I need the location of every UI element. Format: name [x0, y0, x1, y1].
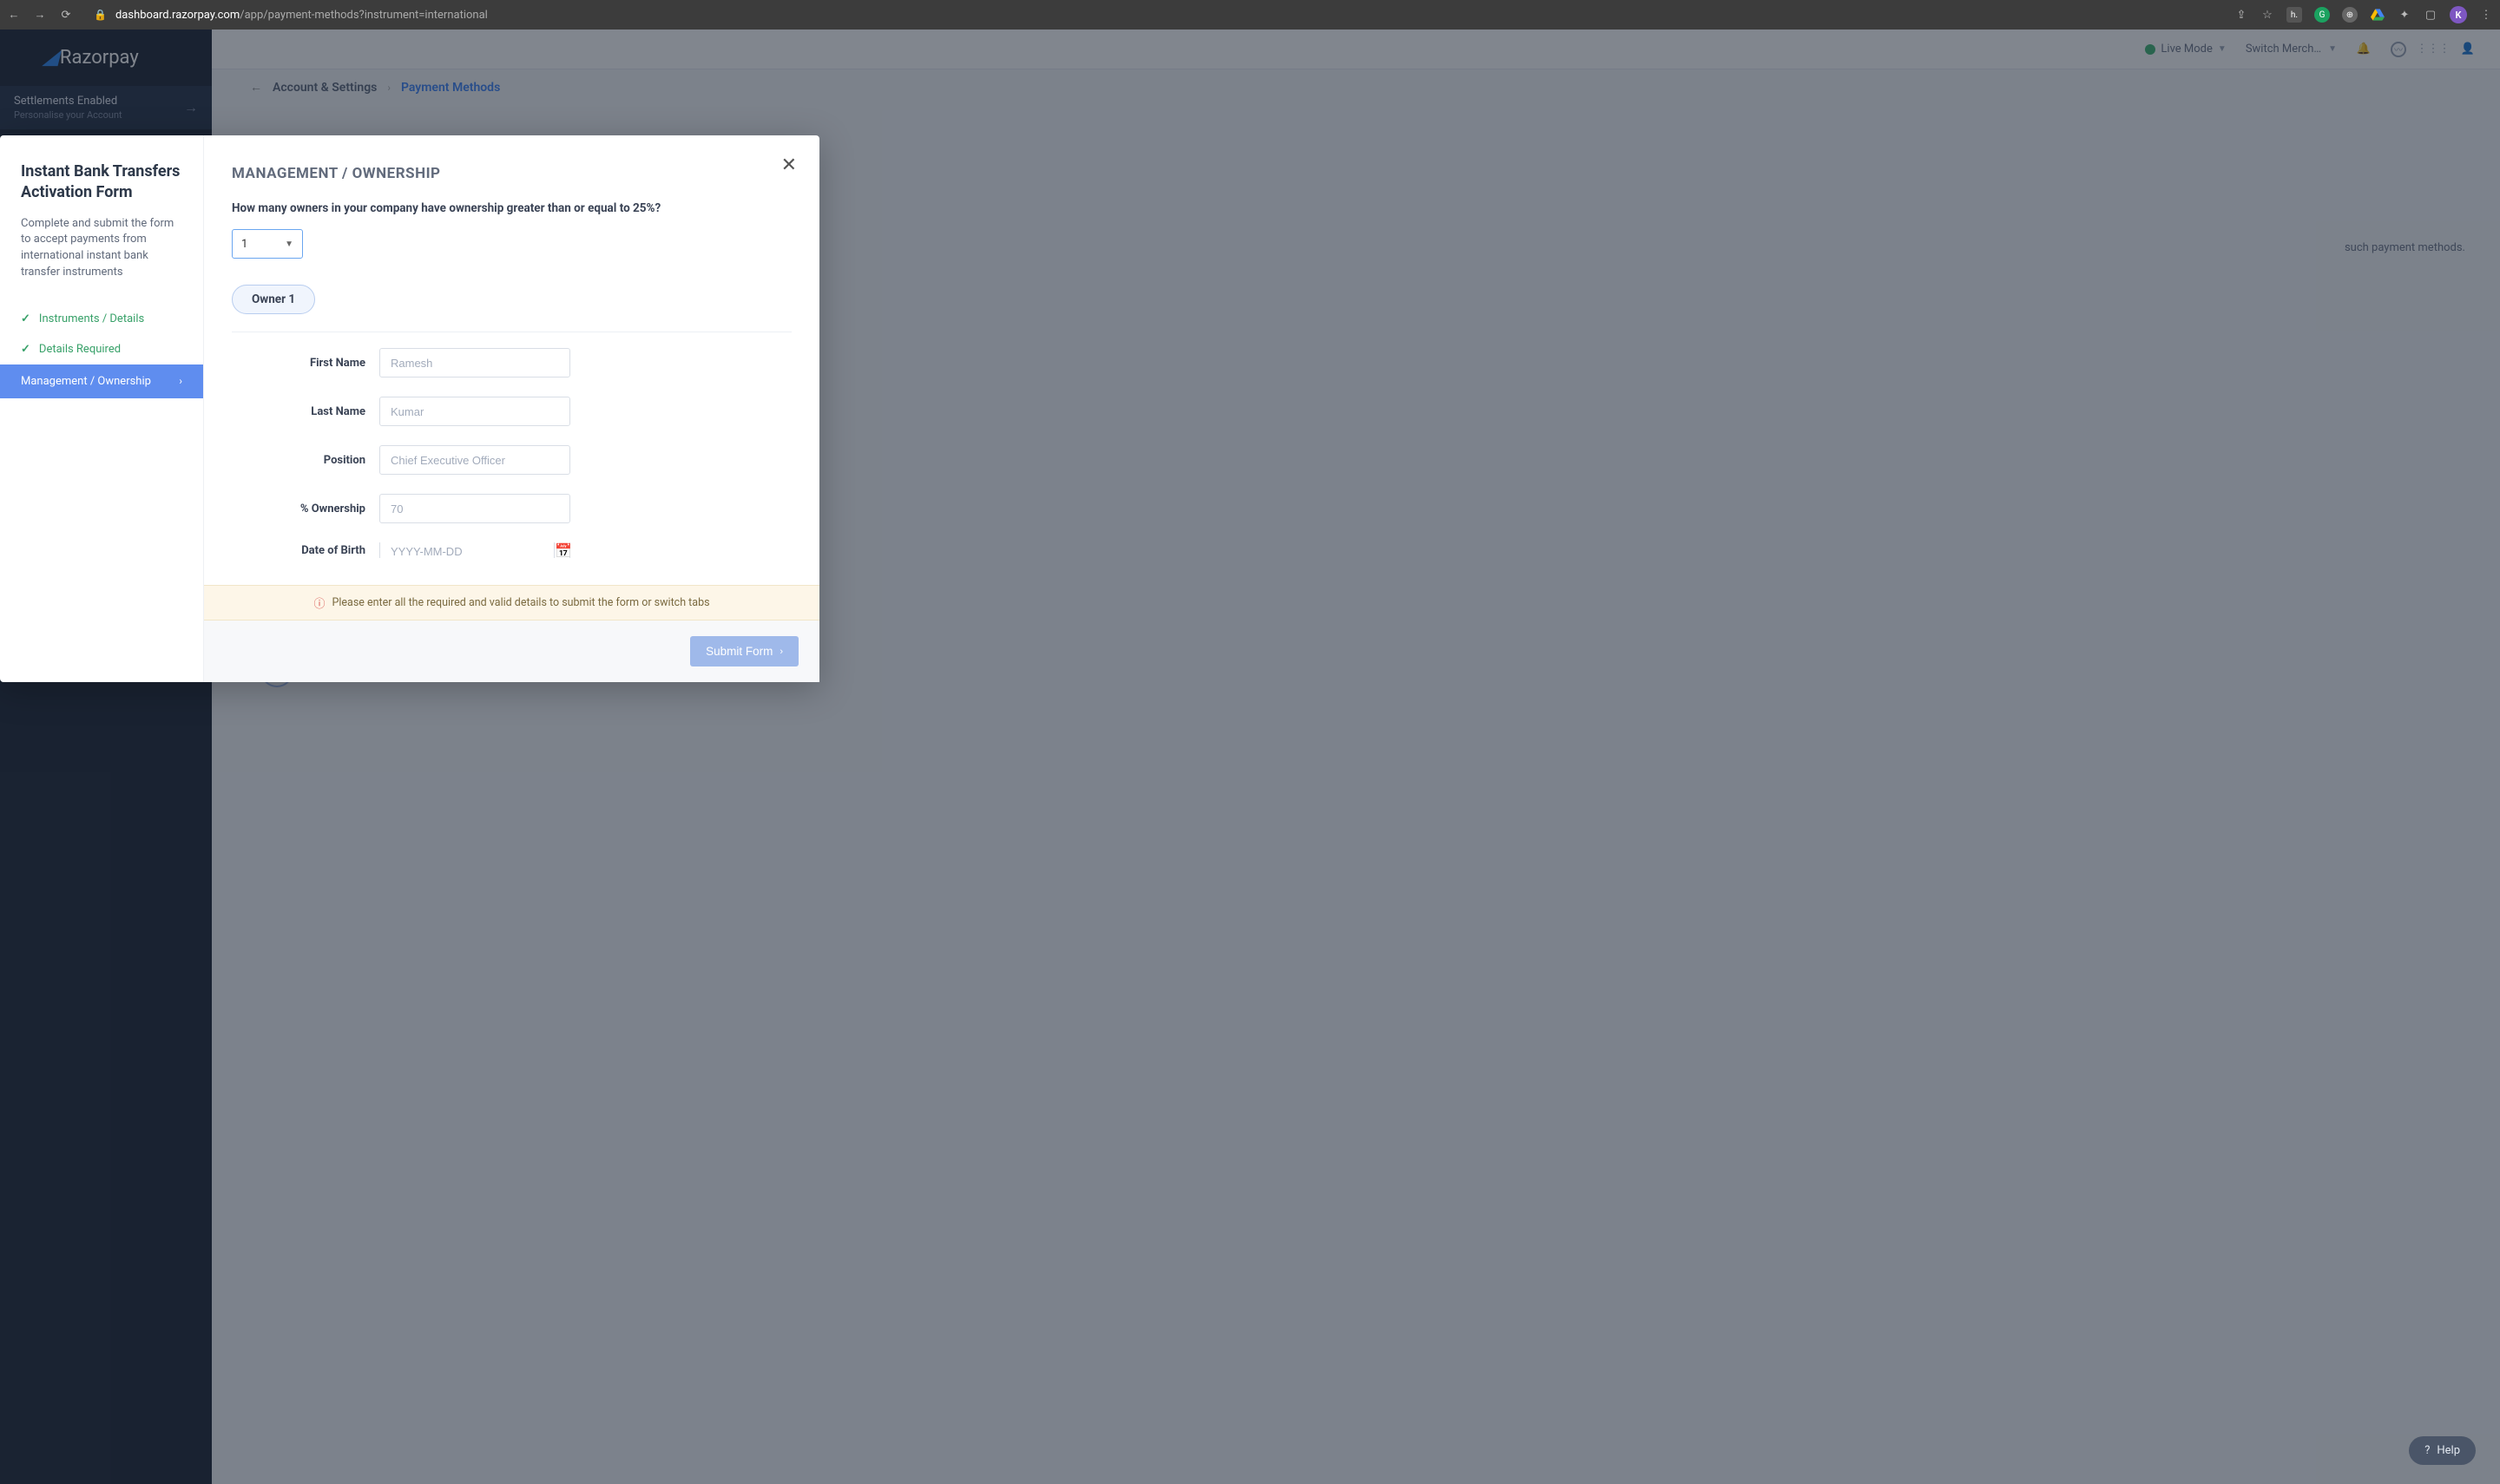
- first-name-input[interactable]: [379, 348, 570, 378]
- ext-grammarly-icon[interactable]: G: [2314, 7, 2330, 23]
- modal-content: ✕ MANAGEMENT / OWNERSHIP How many owners…: [204, 135, 819, 682]
- step-details-required[interactable]: ✓ Details Required: [21, 334, 182, 364]
- owners-question: How many owners in your company have own…: [232, 201, 792, 215]
- chevron-right-icon: ›: [780, 647, 783, 657]
- reload-icon[interactable]: ⟳: [59, 8, 73, 22]
- warning-icon: ⓘ: [313, 594, 325, 611]
- dob-label: Date of Birth: [232, 544, 379, 557]
- last-name-input[interactable]: [379, 397, 570, 426]
- owner-count-value: 1: [241, 238, 247, 251]
- help-button[interactable]: ? Help: [2409, 1436, 2476, 1465]
- section-title: MANAGEMENT / OWNERSHIP: [232, 165, 792, 182]
- close-icon[interactable]: ✕: [781, 154, 797, 176]
- ext-drive-icon[interactable]: [2370, 7, 2385, 23]
- last-name-label: Last Name: [232, 405, 379, 418]
- browser-chrome: ← → ⟳ 🔒 dashboard.razorpay.com/app/payme…: [0, 0, 2500, 30]
- ext-h-icon[interactable]: h.: [2286, 7, 2302, 23]
- dob-input[interactable]: [380, 542, 554, 558]
- step-management-ownership[interactable]: Management / Ownership ›: [0, 364, 203, 398]
- help-icon: ?: [2424, 1444, 2430, 1457]
- ownership-label: % Ownership: [232, 502, 379, 515]
- url-path: /app/payment-methods?instrument=internat…: [240, 9, 488, 22]
- url-bar[interactable]: 🔒 dashboard.razorpay.com/app/payment-met…: [94, 9, 2222, 22]
- first-name-label: First Name: [232, 357, 379, 370]
- modal-title: Instant Bank Transfers Activation Form: [21, 161, 182, 204]
- check-icon: ✓: [21, 343, 30, 356]
- modal-description: Complete and submit the form to accept p…: [21, 216, 182, 281]
- calendar-icon[interactable]: 📅: [554, 542, 572, 558]
- submit-button[interactable]: Submit Form ›: [690, 636, 799, 666]
- url-host: dashboard.razorpay.com: [115, 9, 240, 22]
- step-instruments[interactable]: ✓ Instruments / Details: [21, 304, 182, 334]
- activation-modal: Instant Bank Transfers Activation Form C…: [0, 135, 819, 682]
- lock-icon: 🔒: [94, 9, 107, 21]
- owner-count-select[interactable]: 1 ▼: [232, 229, 303, 259]
- panel-icon[interactable]: ▢: [2424, 8, 2438, 22]
- validation-warning: ⓘ Please enter all the required and vali…: [204, 585, 819, 621]
- extensions-icon[interactable]: ✦: [2398, 8, 2411, 22]
- help-label: Help: [2437, 1444, 2460, 1457]
- owner-tab[interactable]: Owner 1: [232, 285, 315, 314]
- back-icon[interactable]: ←: [7, 8, 21, 22]
- warning-text: Please enter all the required and valid …: [332, 596, 709, 609]
- chevron-down-icon: ▼: [285, 240, 293, 249]
- modal-sidebar: Instant Bank Transfers Activation Form C…: [0, 135, 204, 682]
- step-label: Instruments / Details: [39, 312, 144, 325]
- ext-globe-icon[interactable]: ⊕: [2342, 7, 2358, 23]
- profile-avatar[interactable]: K: [2450, 6, 2467, 23]
- chevron-right-icon: ›: [179, 375, 182, 387]
- forward-icon[interactable]: →: [33, 8, 47, 22]
- share-icon[interactable]: ⇪: [2234, 8, 2248, 22]
- position-label: Position: [232, 454, 379, 467]
- submit-label: Submit Form: [706, 645, 773, 658]
- ownership-input[interactable]: [379, 494, 570, 523]
- position-input[interactable]: [379, 445, 570, 475]
- kebab-icon[interactable]: ⋮: [2479, 8, 2493, 22]
- modal-footer: Submit Form ›: [204, 621, 819, 682]
- step-label: Details Required: [39, 343, 121, 356]
- check-icon: ✓: [21, 312, 30, 325]
- step-label: Management / Ownership: [21, 375, 151, 388]
- star-icon[interactable]: ☆: [2260, 8, 2274, 22]
